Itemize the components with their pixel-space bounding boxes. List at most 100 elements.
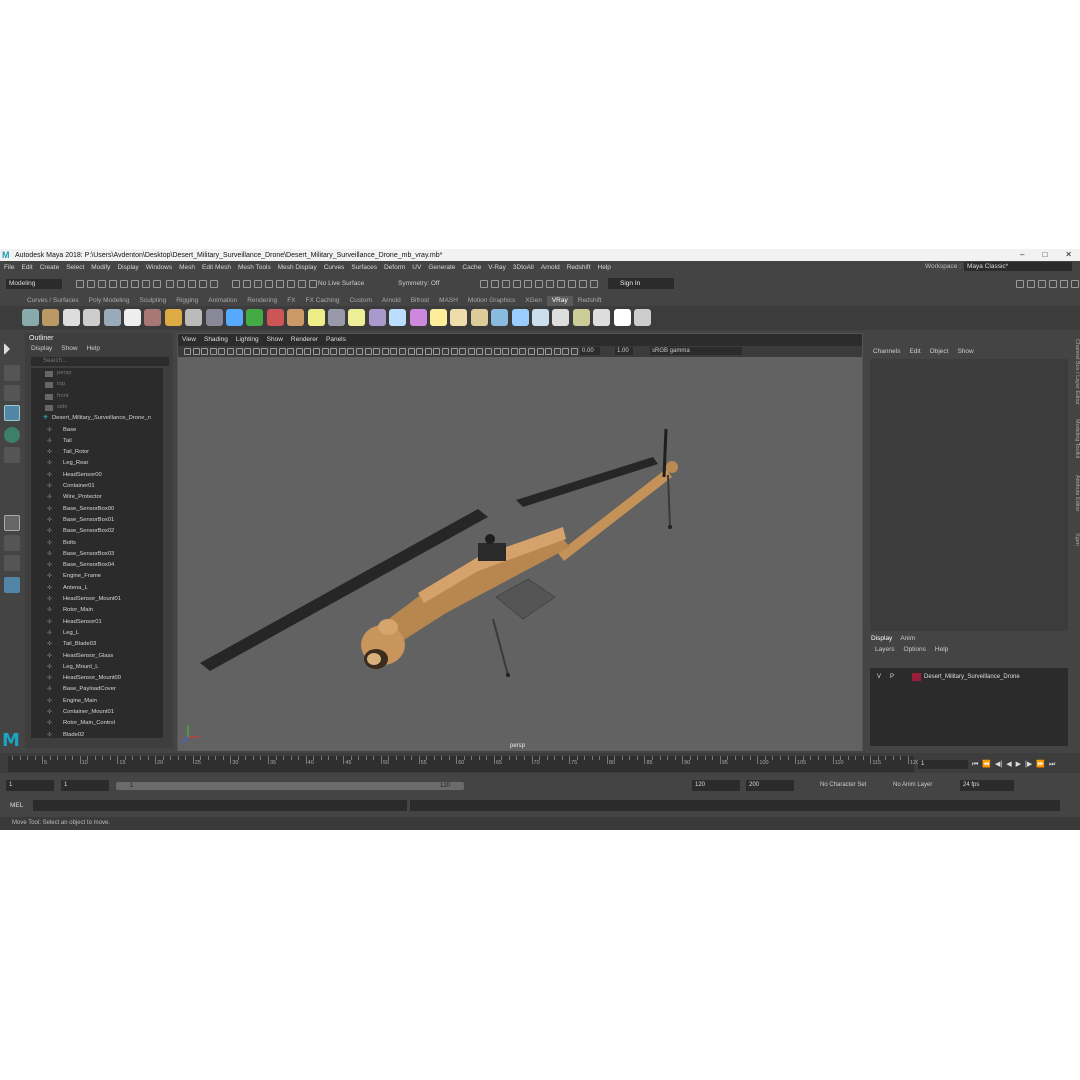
shelf-tab-custom[interactable]: Custom xyxy=(344,296,376,306)
viewport-tool-icon[interactable] xyxy=(192,348,200,355)
viewport-tool-icon[interactable] xyxy=(545,348,553,355)
vray-shelf-tool-icon[interactable] xyxy=(430,309,447,326)
menu-edit[interactable]: Edit xyxy=(21,264,32,271)
shelf-tab-mash[interactable]: MASH xyxy=(434,296,463,306)
menu-modify[interactable]: Modify xyxy=(91,264,110,271)
status-tool-icon[interactable] xyxy=(131,280,139,288)
viewport-menu-view[interactable]: View xyxy=(182,336,196,343)
outliner-mesh-item[interactable]: ⊹ Blade02 xyxy=(31,730,163,738)
status-tool-icon[interactable] xyxy=(166,280,174,288)
vray-shelf-tool-icon[interactable] xyxy=(22,309,39,326)
minimize-button[interactable]: – xyxy=(1020,249,1024,261)
outliner-mesh-item[interactable]: ⊹ Base_SensorBox04 xyxy=(31,560,163,571)
viewport-tool-icon[interactable] xyxy=(510,348,518,355)
outliner-menu-help[interactable]: Help xyxy=(87,345,100,352)
sign-in-button[interactable]: Sign In xyxy=(608,278,674,289)
outliner-mesh-item[interactable]: ⊹ Antena_L xyxy=(31,583,163,594)
status-tool-icon[interactable] xyxy=(287,280,295,288)
shelf-tab-fx-caching[interactable]: FX Caching xyxy=(301,296,345,306)
channel-box-menu-edit[interactable]: Edit xyxy=(909,348,920,355)
vray-shelf-tool-icon[interactable] xyxy=(226,309,243,326)
viewport-tool-icon[interactable] xyxy=(562,348,570,355)
playback-button-icon[interactable]: ⏭ xyxy=(1049,760,1055,769)
menu-set-dropdown[interactable]: Modeling xyxy=(6,279,62,289)
viewport-tool-icon[interactable] xyxy=(338,348,346,355)
viewport-tool-icon[interactable] xyxy=(442,348,449,355)
outliner-mesh-item[interactable]: ⊹ Engine_Frame xyxy=(31,571,163,582)
outliner-mesh-item[interactable]: ⊹ Base_PayloadCover xyxy=(31,684,163,695)
outliner-mesh-item[interactable]: ⊹ Leg_L xyxy=(31,628,163,639)
viewport-tool-icon[interactable] xyxy=(416,348,424,355)
outliner-mesh-item[interactable]: ⊹ Base_SensorBox01 xyxy=(31,515,163,526)
vray-shelf-tool-icon[interactable] xyxy=(328,309,345,326)
layer-row[interactable]: V P Desert_Military_Surveillance_Drone xyxy=(870,672,1068,682)
viewport-tool-icon[interactable] xyxy=(321,348,329,355)
viewport-tool-icon[interactable] xyxy=(295,348,303,355)
menu-mesh-tools[interactable]: Mesh Tools xyxy=(238,264,271,271)
viewport-menu-show[interactable]: Show xyxy=(267,336,283,343)
vray-shelf-tool-icon[interactable] xyxy=(287,309,305,326)
anim-end-field[interactable]: 200 xyxy=(746,780,794,791)
vray-shelf-tool-icon[interactable] xyxy=(185,309,203,326)
viewport-menu-panels[interactable]: Panels xyxy=(326,336,346,343)
gamma-field[interactable]: 1.00 xyxy=(615,347,633,355)
outliner-mesh-item[interactable]: ⊹ HeadSensor_Glass xyxy=(31,651,163,662)
shelf-tab-vray[interactable]: VRay xyxy=(546,296,573,306)
vray-shelf-tool-icon[interactable] xyxy=(348,309,366,326)
outliner-mesh-item[interactable]: ⊹ HeadSensor_Mount01 xyxy=(31,594,163,605)
vray-shelf-tool-icon[interactable] xyxy=(144,309,162,326)
viewport-tool-icon[interactable] xyxy=(356,348,363,355)
viewport-menu-renderer[interactable]: Renderer xyxy=(291,336,318,343)
status-tool-icon[interactable] xyxy=(590,280,598,288)
outliner-mesh-item[interactable]: ⊹ Base_SensorBox00 xyxy=(31,504,163,515)
vray-shelf-tool-icon[interactable] xyxy=(266,309,284,326)
vray-shelf-tool-icon[interactable] xyxy=(470,309,488,326)
layer-playback-toggle[interactable]: P xyxy=(890,672,894,682)
menu-display[interactable]: Display xyxy=(117,264,138,271)
menu-mesh-display[interactable]: Mesh Display xyxy=(278,264,317,271)
viewport-tool-icon[interactable] xyxy=(571,348,578,355)
side-tab-attribute-editor[interactable]: Attribute Editor xyxy=(1071,475,1080,511)
side-tab-channel-box-layer-editor[interactable]: Channel Box / Layer Editor xyxy=(1071,339,1080,405)
vray-shelf-tool-icon[interactable] xyxy=(164,309,182,326)
status-tool-icon[interactable] xyxy=(1060,280,1068,288)
shelf-tab-animation[interactable]: Animation xyxy=(203,296,242,306)
playback-button-icon[interactable]: ◀ xyxy=(1006,760,1011,769)
viewport-tool-icon[interactable] xyxy=(536,348,544,355)
layer-menu-layers[interactable]: Layers xyxy=(875,646,895,653)
vray-shelf-tool-icon[interactable] xyxy=(552,309,570,326)
status-tool-icon[interactable] xyxy=(579,280,587,288)
outliner-mesh-item[interactable]: ⊹ Engine_Main xyxy=(31,696,163,707)
menu-v-ray[interactable]: V-Ray xyxy=(488,264,506,271)
viewport-menu-lighting[interactable]: Lighting xyxy=(236,336,259,343)
start-time-field[interactable]: 1 xyxy=(6,780,54,791)
viewport-tool-icon[interactable] xyxy=(493,348,501,355)
range-slider-bar[interactable]: 1 120 xyxy=(116,782,464,790)
outliner-root-item[interactable]: ✳ Desert_Military_Surveillance_Drone_n xyxy=(31,413,163,424)
mel-label[interactable]: MEL xyxy=(10,802,23,809)
menu-uv[interactable]: UV xyxy=(412,264,421,271)
shelf-tab-rigging[interactable]: Rigging xyxy=(171,296,203,306)
shelf-tab-bifrost[interactable]: Bifrost xyxy=(406,296,434,306)
outliner-mesh-item[interactable]: ⊹ HeadSensor01 xyxy=(31,617,163,628)
status-tool-icon[interactable] xyxy=(254,280,262,288)
status-tool-icon[interactable] xyxy=(109,280,117,288)
vray-shelf-tool-icon[interactable] xyxy=(634,309,651,326)
status-tool-icon[interactable] xyxy=(298,280,306,288)
layer-menu-help[interactable]: Help xyxy=(935,646,948,653)
vray-shelf-tool-icon[interactable] xyxy=(409,309,427,326)
side-tab-modeling-toolkit[interactable]: Modeling Toolkit xyxy=(1071,419,1080,458)
viewport-tool-icon[interactable] xyxy=(528,348,535,355)
status-tool-icon[interactable] xyxy=(568,280,576,288)
status-tool-icon[interactable] xyxy=(98,280,106,288)
symmetry-label[interactable]: Symmetry: Off xyxy=(398,280,439,287)
outliner-mesh-item[interactable]: ⊹ Rotor_Main xyxy=(31,605,163,616)
paint-select-tool-icon[interactable] xyxy=(4,385,20,401)
viewport-tool-icon[interactable] xyxy=(373,348,381,355)
outliner-title[interactable]: Outliner xyxy=(29,335,54,342)
outliner-layout-icon[interactable] xyxy=(4,577,20,593)
four-view-icon[interactable] xyxy=(4,535,20,551)
channel-box-menu-object[interactable]: Object xyxy=(930,348,949,355)
menu-select[interactable]: Select xyxy=(66,264,84,271)
vray-shelf-tool-icon[interactable] xyxy=(511,309,529,326)
